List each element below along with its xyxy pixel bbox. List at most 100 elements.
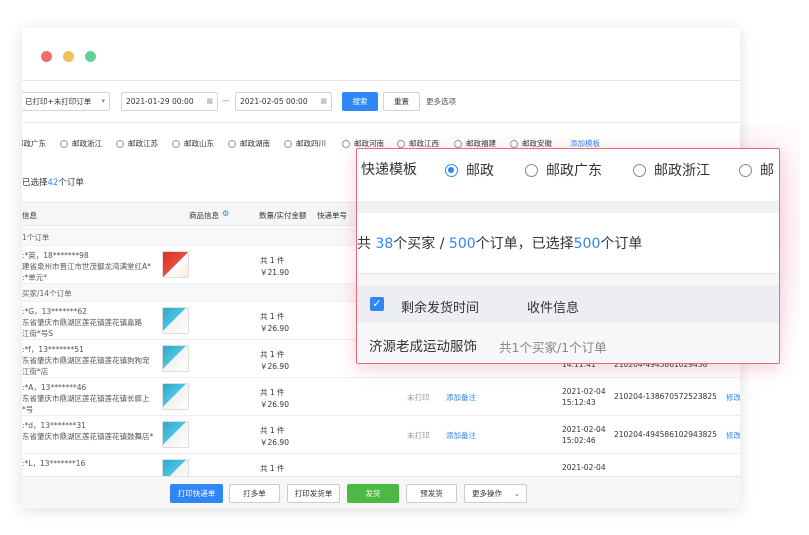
recipient-address-2: :*单元* bbox=[22, 273, 48, 282]
callout-option-2: 邮政浙江 bbox=[654, 163, 710, 179]
more-options-link[interactable]: 更多选项 bbox=[426, 96, 456, 107]
group-title: 1个订单 bbox=[22, 233, 50, 242]
callout-radio-3[interactable]: 邮 bbox=[739, 160, 774, 180]
product-thumbnail[interactable] bbox=[162, 345, 189, 372]
print-ship-button[interactable]: 打印发货单 bbox=[287, 484, 340, 503]
template-radio-4[interactable]: 邮政湖南 bbox=[228, 138, 270, 149]
product-thumbnail[interactable] bbox=[162, 383, 189, 410]
item-amount: ￥26.90 bbox=[260, 324, 289, 333]
radio-icon bbox=[116, 139, 124, 148]
item-amount: ￥26.90 bbox=[260, 438, 289, 447]
group-title: 买家/14个订单 bbox=[22, 289, 72, 298]
callout-radio-2[interactable]: 邮政浙江 bbox=[633, 160, 710, 180]
callout-radio-0[interactable]: 邮政 bbox=[445, 160, 494, 180]
reset-button[interactable]: 重置 bbox=[383, 92, 420, 111]
product-thumbnail[interactable] bbox=[162, 307, 189, 334]
item-amount: ￥26.90 bbox=[260, 400, 289, 409]
template-label: 邮政浙江 bbox=[72, 139, 102, 148]
radio-icon bbox=[342, 139, 350, 148]
minimize-dot[interactable] bbox=[63, 51, 74, 62]
callout-summary: 共 38个买家 / 500个订单，已选择500个订单 bbox=[357, 233, 642, 253]
header-tracking: 快递单号 bbox=[317, 211, 347, 220]
header-goods: 商品信息 bbox=[189, 211, 219, 220]
radio-icon bbox=[525, 163, 538, 177]
date-end-value: 2021-02-05 00:00 bbox=[240, 97, 308, 106]
summary-mid2: 个订单，已选择 bbox=[475, 236, 574, 252]
template-radio-1[interactable]: 邮政浙江 bbox=[60, 138, 102, 149]
order-time: 15:02:46 bbox=[562, 436, 596, 445]
template-radio-2[interactable]: 邮政江苏 bbox=[116, 138, 158, 149]
template-radio-3[interactable]: 邮政山东 bbox=[172, 138, 214, 149]
order-time: 15:12:43 bbox=[562, 398, 596, 407]
search-button[interactable]: 搜索 bbox=[342, 92, 378, 111]
radio-icon bbox=[172, 139, 180, 148]
template-label: 邮政江苏 bbox=[128, 139, 158, 148]
recipient-line1: :*英，18*******98 bbox=[22, 251, 89, 260]
chevron-down-icon: ⌄ bbox=[513, 489, 520, 498]
summary-buyers: 38 bbox=[375, 236, 394, 252]
ship-button[interactable]: 发货 bbox=[347, 484, 399, 503]
order-number: 210204-494586102943825 bbox=[614, 430, 717, 439]
more-actions-label: 更多操作 bbox=[472, 489, 502, 498]
recipient-address: 东省肇庆市鼎湖区莲花镇莲花镇鼓舞店* bbox=[22, 432, 154, 441]
product-thumbnail[interactable] bbox=[162, 421, 189, 448]
item-amount: ￥26.90 bbox=[260, 362, 289, 371]
recipient-line1: :*A，13*******46 bbox=[22, 383, 87, 392]
radio-icon bbox=[228, 139, 236, 148]
item-qty: 共 1 件 bbox=[260, 312, 285, 321]
recipient-address: 东省肇庆市鼎湖区莲花镇莲花镇嘉路 bbox=[22, 318, 142, 327]
edit-link[interactable]: 修改 bbox=[726, 430, 740, 441]
stage: 已打印+未打印订单 ▾ 2021-01-29 00:00 ▦ — 2021-02-0… bbox=[0, 0, 809, 535]
calendar-icon: ▦ bbox=[206, 97, 213, 105]
radio-icon bbox=[739, 163, 752, 177]
print-status: 未打印 bbox=[407, 393, 430, 402]
recipient-address: 东省肇庆市鼎湖区莲花镇莲花镇狗狗宠 bbox=[22, 356, 150, 365]
recipient-address: 东省肇庆市鼎湖区莲花镇莲花镇长廊上 bbox=[22, 394, 150, 403]
date-start-input[interactable]: 2021-01-29 00:00 ▦ bbox=[121, 92, 218, 111]
header-info: 信息 bbox=[22, 211, 37, 220]
callout-option-1: 邮政广东 bbox=[546, 163, 602, 179]
date-end-input[interactable]: 2021-02-05 00:00 ▦ bbox=[235, 92, 332, 111]
edit-link[interactable]: 修改 bbox=[726, 392, 740, 403]
summary-selected: 500 bbox=[573, 236, 601, 252]
radio-icon bbox=[454, 139, 462, 148]
callout-gap-2 bbox=[357, 273, 779, 285]
template-label: 邮政湖南 bbox=[240, 139, 270, 148]
selected-number: 42 bbox=[47, 178, 59, 188]
gear-icon[interactable]: ⚙ bbox=[222, 209, 229, 218]
summary-suffix: 个订单 bbox=[600, 236, 643, 252]
date-start-value: 2021-01-29 00:00 bbox=[126, 97, 194, 106]
print-express-button[interactable]: 打印快递单 bbox=[170, 484, 223, 503]
template-radio-0[interactable]: 邮政广东 bbox=[22, 138, 46, 149]
callout-template-label: 快递模板 bbox=[361, 162, 417, 178]
header-qty: 数量/实付金额 bbox=[259, 211, 307, 220]
callout-col-time: 剩余发货时间 bbox=[401, 301, 480, 316]
order-date: 2021-02-04 bbox=[562, 425, 606, 434]
radio-icon bbox=[397, 139, 405, 148]
product-thumbnail[interactable] bbox=[162, 251, 189, 278]
chevron-down-icon: ▾ bbox=[101, 97, 105, 105]
more-actions-button[interactable]: 更多操作 ⌄ bbox=[464, 484, 527, 503]
add-note-link[interactable]: 添加备注 bbox=[446, 392, 476, 403]
item-qty: 共 1 件 bbox=[260, 464, 285, 473]
pre-ship-button[interactable]: 预发货 bbox=[406, 484, 457, 503]
radio-checked-icon bbox=[445, 163, 458, 177]
item-qty: 共 1 件 bbox=[260, 388, 285, 397]
callout-shop-stat: 共1个买家/1个订单 bbox=[499, 340, 607, 355]
item-qty: 共 1 件 bbox=[260, 256, 285, 265]
print-status-select[interactable]: 已打印+未打印订单 ▾ bbox=[22, 92, 110, 111]
multi-print-button[interactable]: 打多单 bbox=[229, 484, 280, 503]
close-dot[interactable] bbox=[41, 51, 52, 62]
date-separator: — bbox=[222, 96, 230, 105]
template-radio-5[interactable]: 邮政四川 bbox=[284, 138, 326, 149]
maximize-dot[interactable] bbox=[85, 51, 96, 62]
item-amount: ￥21.90 bbox=[260, 268, 289, 277]
summary-mid: 个买家 / bbox=[393, 236, 445, 252]
checkbox-checked-icon[interactable]: ✓ bbox=[370, 297, 384, 311]
callout-gap-1 bbox=[357, 201, 779, 213]
add-note-link[interactable]: 添加备注 bbox=[446, 430, 476, 441]
item-qty: 共 1 件 bbox=[260, 350, 285, 359]
selected-prefix: 已选择 bbox=[22, 178, 48, 188]
callout-radio-1[interactable]: 邮政广东 bbox=[525, 160, 602, 180]
recipient-line1: :*d，13*******31 bbox=[22, 421, 86, 430]
